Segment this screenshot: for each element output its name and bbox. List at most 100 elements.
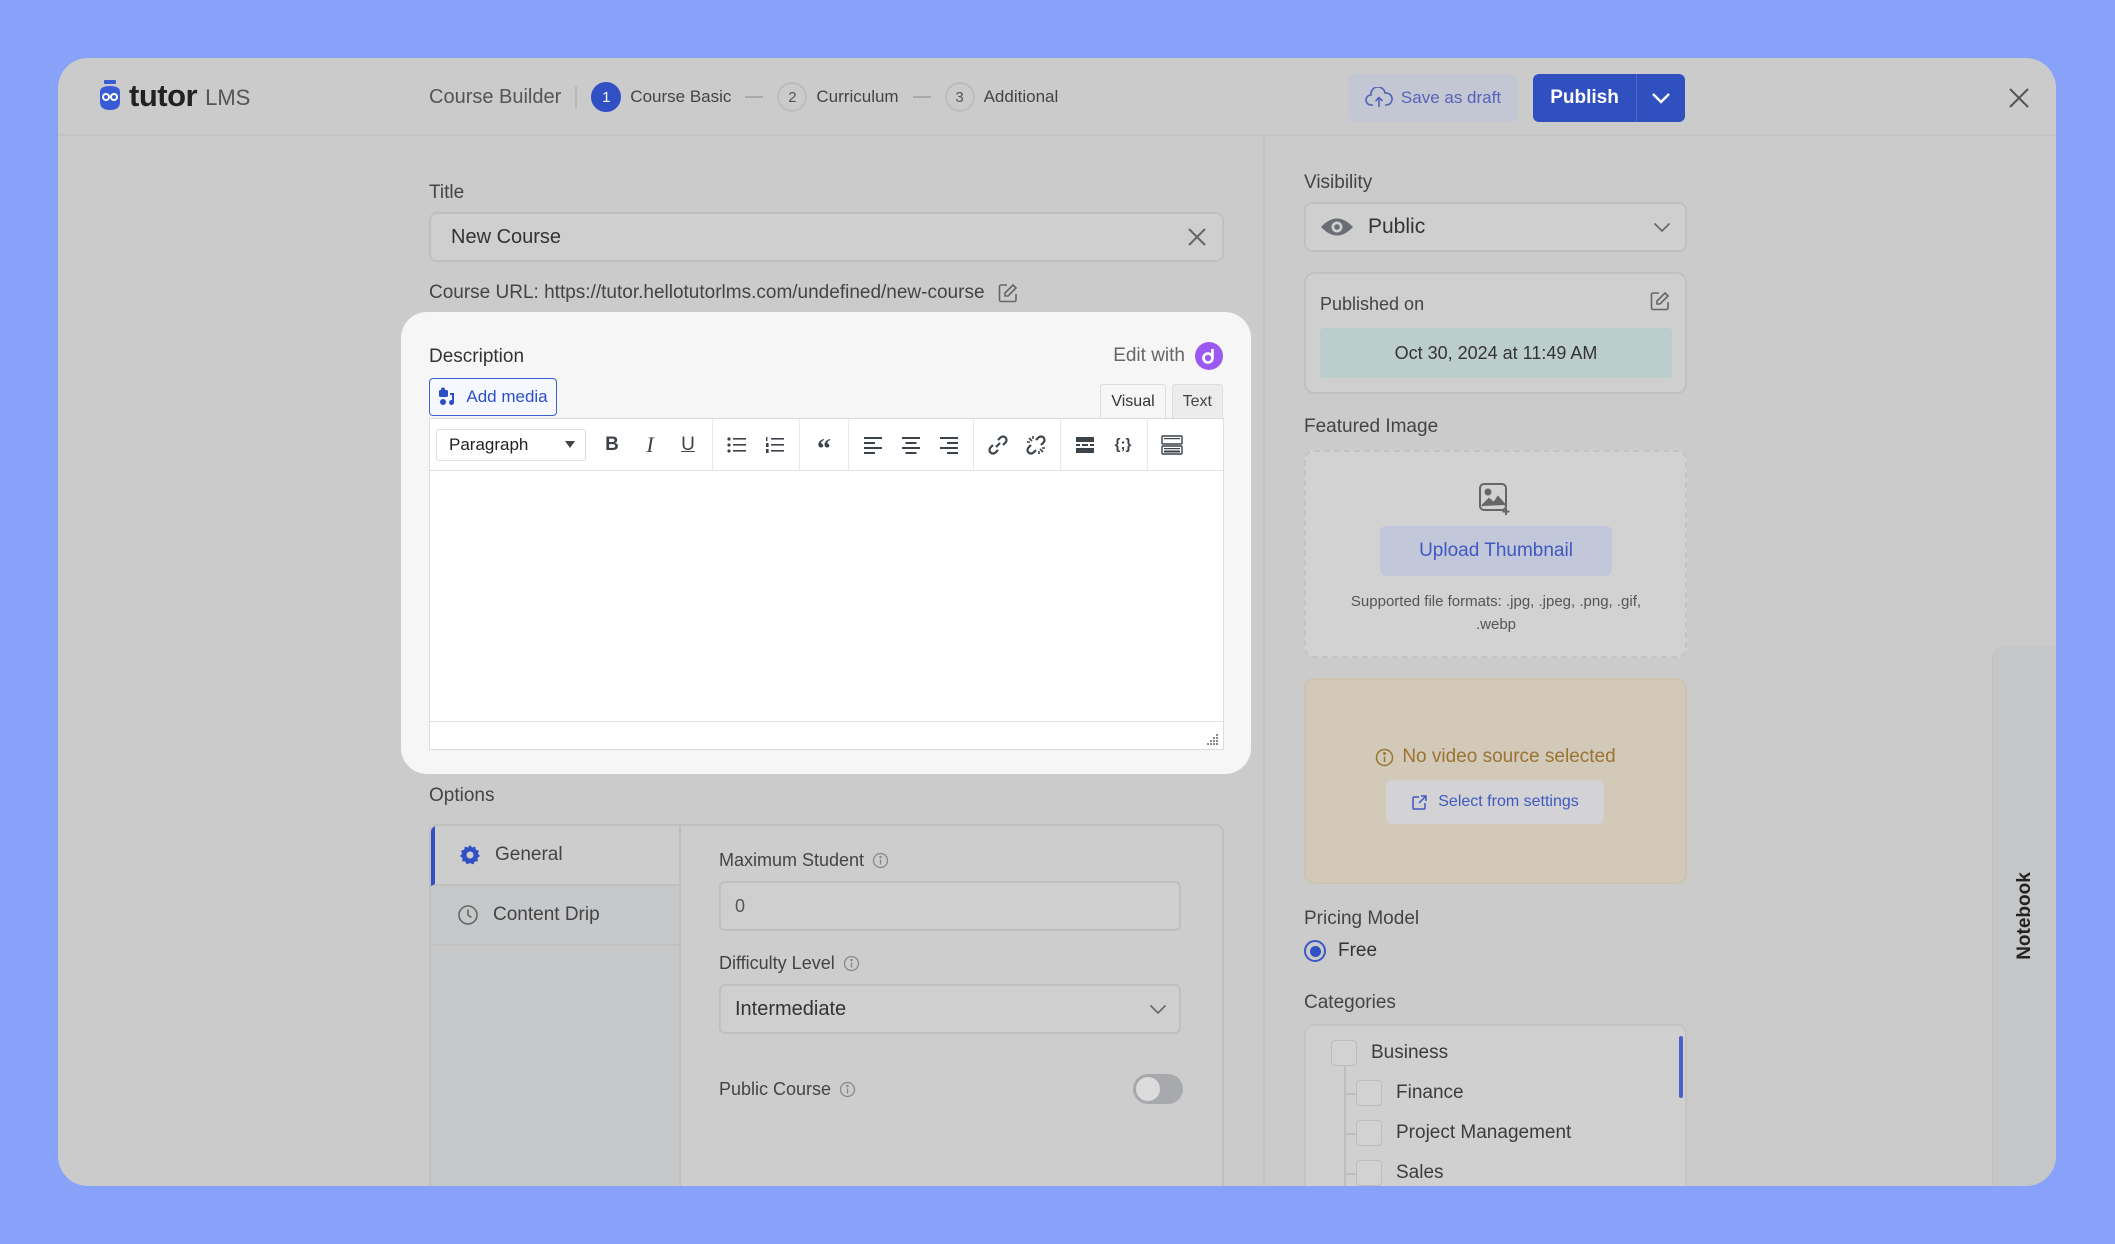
toolbar-toggle-button[interactable] <box>1154 427 1190 463</box>
step-additional[interactable]: 3 Additional <box>944 82 1059 112</box>
category-item[interactable]: Finance <box>1356 1080 1464 1106</box>
external-link-icon <box>1412 794 1427 810</box>
visibility-label: Visibility <box>1304 172 1373 193</box>
title-label: Title <box>429 182 465 203</box>
step-label: Course Basic <box>630 87 732 106</box>
builder-steps: Course Builder 1 Course Basic 2 Curricul… <box>429 82 1058 112</box>
step-label: Curriculum <box>816 87 899 106</box>
publish-button[interactable]: Publish <box>1533 74 1636 122</box>
clock-icon <box>458 905 478 925</box>
toolbar-group-link <box>974 418 1061 471</box>
chevron-down-icon <box>1652 93 1670 104</box>
category-checkbox[interactable] <box>1331 1040 1357 1066</box>
add-media-button[interactable]: Add media <box>429 378 557 416</box>
category-checkbox[interactable] <box>1356 1120 1382 1146</box>
rich-text-editor: Paragraph B I U “ <box>429 418 1224 750</box>
align-right-button[interactable] <box>931 427 967 463</box>
options-tab-general[interactable]: General <box>431 826 679 886</box>
bold-button[interactable]: B <box>594 427 630 463</box>
underline-button[interactable]: U <box>670 427 706 463</box>
edit-date-icon[interactable] <box>1649 290 1671 312</box>
categories-scrollbar[interactable] <box>1679 1036 1683 1098</box>
pricing-option-label: Free <box>1338 940 1378 961</box>
category-item[interactable]: Business <box>1331 1040 1448 1066</box>
numbered-list-button[interactable] <box>757 427 793 463</box>
format-select[interactable]: Paragraph <box>436 428 586 461</box>
save-as-draft-button[interactable]: Save as draft <box>1348 74 1518 122</box>
chevron-down-icon <box>1653 222 1671 232</box>
insert-link-button[interactable] <box>980 427 1016 463</box>
info-icon[interactable] <box>872 852 889 869</box>
code-button[interactable]: {​;} <box>1105 427 1141 463</box>
options-tab-label: General <box>495 844 563 865</box>
upload-thumbnail-button[interactable]: Upload Thumbnail <box>1380 526 1612 576</box>
tree-line <box>1344 1064 1346 1186</box>
course-url-label: Course URL: <box>429 282 539 303</box>
visibility-value: Public <box>1368 215 1426 238</box>
droip-logo-icon <box>1195 342 1223 370</box>
link-icon <box>988 434 1008 455</box>
category-checkbox[interactable] <box>1356 1080 1382 1106</box>
publish-options-button[interactable] <box>1636 74 1685 122</box>
info-icon[interactable] <box>839 1081 856 1098</box>
chevron-down-icon <box>1149 1004 1167 1014</box>
public-course-row: Public Course <box>719 1074 1183 1104</box>
resize-handle-icon[interactable] <box>1207 733 1219 745</box>
clear-title-button[interactable] <box>1186 226 1208 254</box>
blockquote-button[interactable]: “ <box>806 427 842 463</box>
difficulty-select[interactable]: Intermediate <box>719 984 1181 1034</box>
read-more-icon <box>1076 436 1094 453</box>
category-item[interactable]: Project Management <box>1356 1120 1571 1146</box>
tab-visual[interactable]: Visual <box>1100 384 1166 418</box>
category-checkbox[interactable] <box>1356 1160 1382 1186</box>
close-button[interactable] <box>2004 83 2034 113</box>
category-label: Project Management <box>1396 1122 1572 1143</box>
select-from-settings-button[interactable]: Select from settings <box>1386 780 1604 824</box>
toolbar-group-align <box>849 418 974 471</box>
step-course-basic[interactable]: 1 Course Basic <box>591 82 731 112</box>
options-tab-content-drip[interactable]: Content Drip <box>431 886 679 946</box>
category-label: Business <box>1371 1042 1449 1063</box>
close-icon <box>1188 228 1206 246</box>
step-label: Additional <box>983 87 1059 106</box>
step-curriculum[interactable]: 2 Curriculum <box>777 82 899 112</box>
public-course-toggle[interactable] <box>1133 1074 1183 1104</box>
italic-button[interactable]: I <box>632 427 668 463</box>
description-section: Description Edit with Add media Visual T… <box>401 312 1251 774</box>
format-select-value: Paragraph <box>449 434 529 454</box>
max-student-input[interactable]: 0 <box>719 881 1181 931</box>
builder-title: Course Builder <box>429 85 562 108</box>
edit-url-icon[interactable] <box>997 282 1019 304</box>
align-center-button[interactable] <box>893 427 929 463</box>
no-video-text: No video source selected <box>1402 746 1616 767</box>
remove-link-button[interactable] <box>1018 427 1054 463</box>
edit-with-button[interactable]: Edit with <box>1113 342 1223 370</box>
intro-video-card: No video source selected Select from set… <box>1304 678 1687 884</box>
published-on-value: Oct 30, 2024 at 11:49 AM <box>1320 328 1672 378</box>
radio-button[interactable] <box>1304 940 1326 962</box>
options-tab-label: Content Drip <box>493 904 600 925</box>
step-number: 1 <box>591 82 622 112</box>
title-input[interactable]: New Course <box>429 212 1224 262</box>
options-label: Options <box>429 785 495 806</box>
notebook-tab[interactable]: Notebook <box>1992 646 2056 1186</box>
category-item[interactable]: Sales <box>1356 1160 1444 1186</box>
bulleted-list-button[interactable] <box>719 427 755 463</box>
read-more-button[interactable] <box>1067 427 1103 463</box>
editor-statusbar <box>430 721 1223 749</box>
toolbar-group-kitchen-sink <box>1148 419 1196 471</box>
step-number: 2 <box>777 82 808 112</box>
tab-text[interactable]: Text <box>1171 384 1223 418</box>
add-image-icon <box>1479 483 1510 515</box>
info-icon[interactable] <box>843 955 860 972</box>
pricing-option-free[interactable]: Free <box>1304 940 1377 962</box>
editor-content-area[interactable] <box>430 471 1223 721</box>
align-left-button[interactable] <box>855 427 891 463</box>
difficulty-value: Intermediate <box>735 997 847 1020</box>
tutor-lms-logo: tutor LMS <box>97 78 250 114</box>
featured-image-dropzone[interactable]: Upload Thumbnail Supported file formats:… <box>1304 450 1687 658</box>
max-student-label-text: Maximum Student <box>719 850 865 870</box>
save-as-draft-label: Save as draft <box>1400 88 1502 107</box>
visibility-select[interactable]: Public <box>1304 202 1687 252</box>
pricing-model-label: Pricing Model <box>1304 908 1420 929</box>
